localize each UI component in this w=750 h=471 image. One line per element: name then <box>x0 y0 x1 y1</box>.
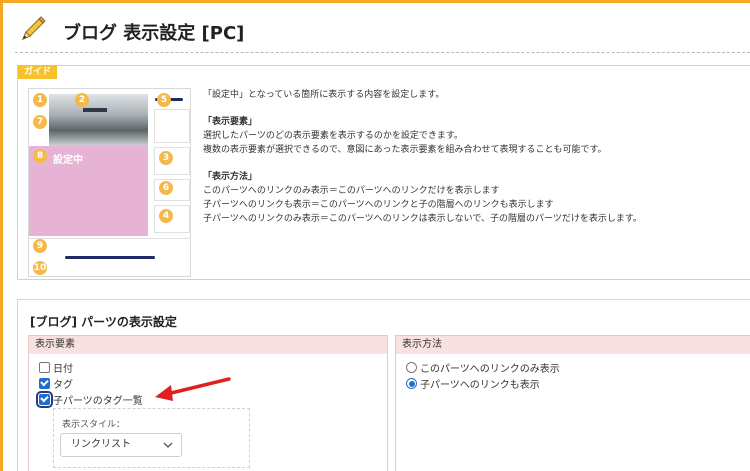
page-title: ブログ 表示設定 [PC] <box>63 23 245 44</box>
guide-line: 複数の表示要素が選択できるので、意図にあった表示要素を組み合わせて表現することも… <box>203 145 607 155</box>
display-style-value: リンクリスト <box>71 439 131 450</box>
badge: 8 <box>33 149 47 163</box>
badge: 7 <box>33 115 47 129</box>
settings-panel: [ブログ] パーツの表示設定 表示要素 日付 タグ 子パーツのタグ一覧 表示スタ… <box>17 299 750 471</box>
display-style-box: 表示スタイル： リンクリスト <box>53 408 250 468</box>
thumb-side-box <box>154 109 190 143</box>
option-label: 日付 <box>53 364 73 375</box>
option-label: 子パーツへのリンクも表示 <box>420 380 540 391</box>
display-method-heading: 表示方法 <box>396 336 750 354</box>
guide-section-title: 「表示方法」 <box>203 172 258 182</box>
thumb-footer-bar <box>65 256 155 259</box>
thumb-footer <box>29 238 190 276</box>
thumb-hero-image <box>49 94 148 146</box>
guide-text: 「設定中」となっている箇所に表示する内容を設定します。 「表示要素」 選択したパ… <box>203 88 748 226</box>
guide-line: 子パーツへのリンクのみ表示＝このパーツへのリンクは表示しないで、子の階層のパーツ… <box>203 214 642 224</box>
badge: 6 <box>159 181 173 195</box>
option-label: このパーツへのリンクのみ表示 <box>420 364 560 375</box>
option-child-tag-list[interactable]: 子パーツのタグ一覧 <box>36 391 143 408</box>
thumb-setting-area <box>29 146 148 236</box>
badge: 4 <box>159 209 173 223</box>
guide-line: このパーツへのリンクのみ表示＝このパーツへのリンクだけを表示します <box>203 186 500 196</box>
red-arrow-annotation <box>155 377 231 401</box>
include-children-radio[interactable] <box>406 378 417 389</box>
option-tag[interactable]: タグ <box>39 376 73 391</box>
child-tag-list-checkbox[interactable] <box>36 391 53 408</box>
guide-section-title: 「表示要素」 <box>203 117 258 127</box>
guide-tag: ガイド <box>18 65 58 79</box>
app-frame: ブログ 表示設定 [PC] ガイド 1 2 5 7 8 設定中 3 6 4 9 … <box>0 0 750 471</box>
option-this-part-only[interactable]: このパーツへのリンクのみ表示 <box>406 360 560 375</box>
option-label: タグ <box>53 380 73 391</box>
display-style-label: 表示スタイル： <box>62 420 126 430</box>
guide-intro: 「設定中」となっている箇所に表示する内容を設定します。 <box>203 90 445 100</box>
guide-box: ガイド 1 2 5 7 8 設定中 3 6 4 9 10 「設定中」となっている… <box>17 65 750 280</box>
guide-line: 子パーツへのリンクも表示＝このパーツへのリンクと子の階層へのリンクも表示します <box>203 200 554 210</box>
badge: 1 <box>33 93 47 107</box>
chevron-down-icon <box>163 442 173 448</box>
date-checkbox[interactable] <box>39 362 50 373</box>
layout-thumbnail: 1 2 5 7 8 設定中 3 6 4 9 10 <box>28 88 191 277</box>
badge: 9 <box>33 239 47 253</box>
badge: 2 <box>75 93 89 107</box>
option-label: 子パーツのタグ一覧 <box>53 396 143 407</box>
badge: 10 <box>33 261 47 275</box>
display-style-select[interactable]: リンクリスト <box>60 433 182 457</box>
guide-line: 選択したパーツのどの表示要素を表示するのかを設定できます。 <box>203 131 463 141</box>
badge: 5 <box>157 93 171 107</box>
panel-title: [ブログ] パーツの表示設定 <box>30 315 177 329</box>
page-header: ブログ 表示設定 [PC] <box>15 13 750 53</box>
badge: 3 <box>159 151 173 165</box>
this-part-only-radio[interactable] <box>406 362 417 373</box>
option-include-children[interactable]: 子パーツへのリンクも表示 <box>406 376 540 391</box>
option-date[interactable]: 日付 <box>39 360 73 375</box>
pencil-icon <box>22 16 46 40</box>
display-method-column: 表示方法 このパーツへのリンクのみ表示 子パーツへのリンクも表示 <box>395 335 750 471</box>
display-elements-heading: 表示要素 <box>29 336 387 354</box>
tag-checkbox[interactable] <box>39 378 50 389</box>
setting-label: 設定中 <box>53 155 83 166</box>
